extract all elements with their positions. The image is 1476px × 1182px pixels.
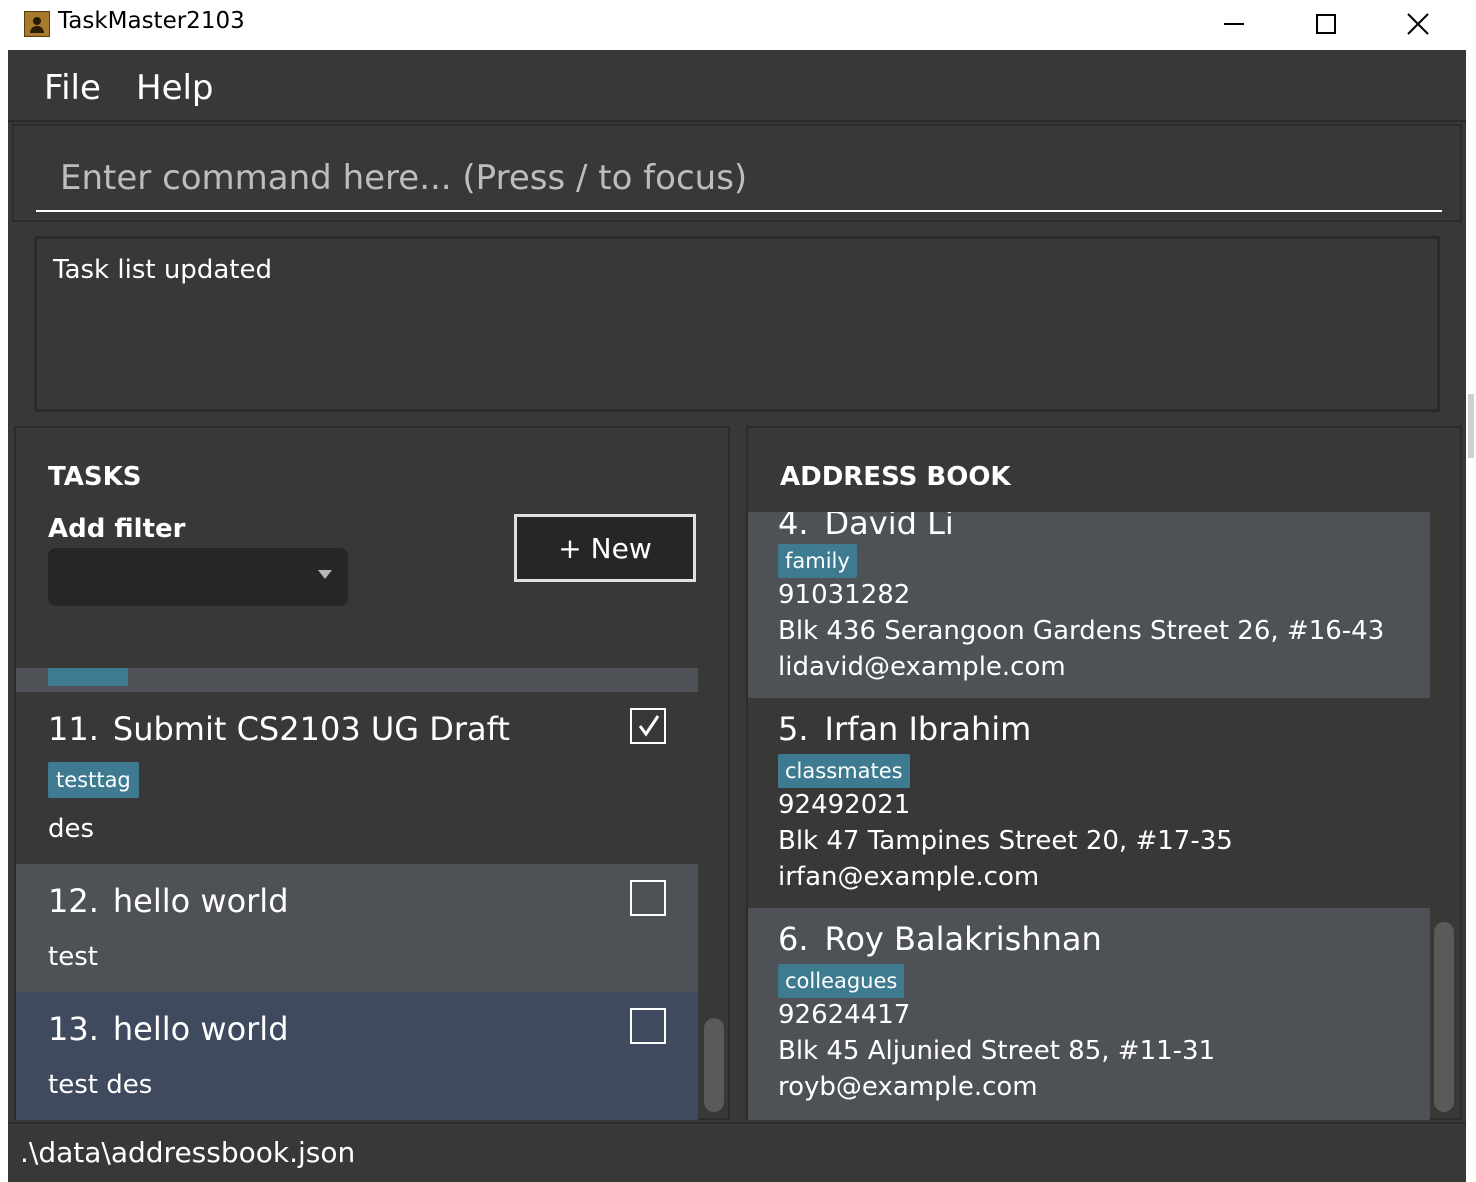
address-book-panel: ADDRESS BOOK 4. David Li family 91031282 … (746, 426, 1462, 1120)
person-name: 6. Roy Balakrishnan (778, 920, 1102, 958)
tasks-panel: TASKS Add filter + New 11. Submit CS2103 … (14, 426, 730, 1120)
task-tag: testtag (48, 762, 139, 798)
person-email: lidavid@example.com (778, 652, 1066, 682)
menu-help[interactable]: Help (136, 68, 214, 108)
person-phone: 91031282 (778, 580, 911, 610)
person-name: 4. David Li (778, 512, 954, 542)
task-index: 11. (48, 710, 99, 748)
menu-bar: File Help (8, 50, 1466, 122)
task-list-scrollbar[interactable] (704, 1018, 724, 1112)
person-index: 4. (778, 512, 809, 542)
task-card[interactable]: 11. Submit CS2103 UG Draft testtag des (16, 692, 698, 864)
app-icon (24, 11, 50, 37)
tasks-heading: TASKS (48, 462, 142, 492)
task-title: 13. hello world (48, 1010, 289, 1048)
command-box (12, 124, 1462, 222)
person-name: 5. Irfan Ibrahim (778, 710, 1031, 748)
person-card[interactable]: 4. David Li family 91031282 Blk 436 Seran… (748, 512, 1430, 698)
chevron-down-icon (318, 570, 332, 579)
person-list[interactable]: 4. David Li family 91031282 Blk 436 Seran… (748, 512, 1430, 1120)
task-title: 11. Submit CS2103 UG Draft (48, 710, 510, 748)
person-address: Blk 47 Tampines Street 20, #17-35 (778, 826, 1233, 856)
person-index: 5. (778, 710, 809, 748)
task-index: 13. (48, 1010, 99, 1048)
background-edge-right (1466, 0, 1476, 1182)
result-text: Task list updated (53, 255, 272, 285)
save-location: .\data\addressbook.json (20, 1136, 356, 1169)
task-card-partial[interactable] (16, 668, 698, 692)
result-box[interactable]: Task list updated (34, 236, 1440, 412)
person-name-text: David Li (824, 512, 954, 542)
person-tag: colleagues (778, 964, 905, 998)
person-card[interactable]: 5. Irfan Ibrahim classmates 92492021 Blk … (748, 698, 1430, 908)
filter-label: Add filter (48, 514, 186, 544)
person-tag: classmates (778, 754, 910, 788)
person-email: royb@example.com (778, 1072, 1038, 1102)
app-window: TaskMaster2103 File Help Task list updat… (8, 0, 1466, 1182)
new-task-button[interactable]: + New (514, 514, 696, 582)
person-email: irfan@example.com (778, 862, 1040, 892)
task-tag-partial (48, 668, 128, 686)
task-title-text: hello world (112, 1010, 289, 1048)
task-description: test (48, 942, 98, 972)
task-index: 12. (48, 882, 99, 920)
filter-dropdown[interactable] (48, 548, 348, 606)
person-name-text: Roy Balakrishnan (824, 920, 1102, 958)
minimize-button[interactable] (1188, 0, 1280, 48)
task-description: des (48, 814, 95, 844)
task-done-checkbox[interactable] (630, 880, 666, 916)
status-bar: .\data\addressbook.json (8, 1122, 1466, 1182)
maximize-icon (1316, 14, 1336, 34)
person-address: Blk 45 Aljunied Street 85, #11-31 (778, 1036, 1216, 1066)
close-button[interactable] (1372, 0, 1464, 48)
person-tag: family (778, 544, 857, 578)
person-phone: 92492021 (778, 790, 911, 820)
person-name-text: Irfan Ibrahim (824, 710, 1032, 748)
checkmark-icon (638, 715, 660, 737)
person-address: Blk 436 Serangoon Gardens Street 26, #16… (778, 616, 1385, 646)
minimize-icon (1224, 23, 1244, 25)
person-list-scrollbar[interactable] (1434, 922, 1454, 1112)
background-edge-left (0, 50, 8, 1182)
person-phone: 92624417 (778, 1000, 911, 1030)
maximize-button[interactable] (1280, 0, 1372, 48)
result-display: Task list updated (12, 224, 1462, 420)
background-scroll-thumb (1468, 394, 1474, 458)
task-card-selected[interactable]: 13. hello world test des (16, 992, 698, 1120)
menu-file[interactable]: File (44, 68, 101, 108)
title-bar: TaskMaster2103 (8, 0, 1466, 50)
task-card[interactable]: 12. hello world test (16, 864, 698, 992)
task-title-text: Submit CS2103 UG Draft (112, 710, 510, 748)
address-book-heading: ADDRESS BOOK (780, 462, 1011, 492)
task-list[interactable]: 11. Submit CS2103 UG Draft testtag des 12… (16, 668, 698, 1120)
task-done-checkbox[interactable] (630, 708, 666, 744)
window-title: TaskMaster2103 (58, 8, 245, 34)
task-done-checkbox[interactable] (630, 1008, 666, 1044)
command-input[interactable] (36, 146, 1442, 212)
task-title: 12. hello world (48, 882, 289, 920)
task-description: test des (48, 1070, 153, 1100)
person-card[interactable]: 6. Roy Balakrishnan colleagues 92624417 B… (748, 908, 1430, 1120)
task-title-text: hello world (112, 882, 289, 920)
close-icon (1407, 13, 1429, 35)
person-index: 6. (778, 920, 809, 958)
